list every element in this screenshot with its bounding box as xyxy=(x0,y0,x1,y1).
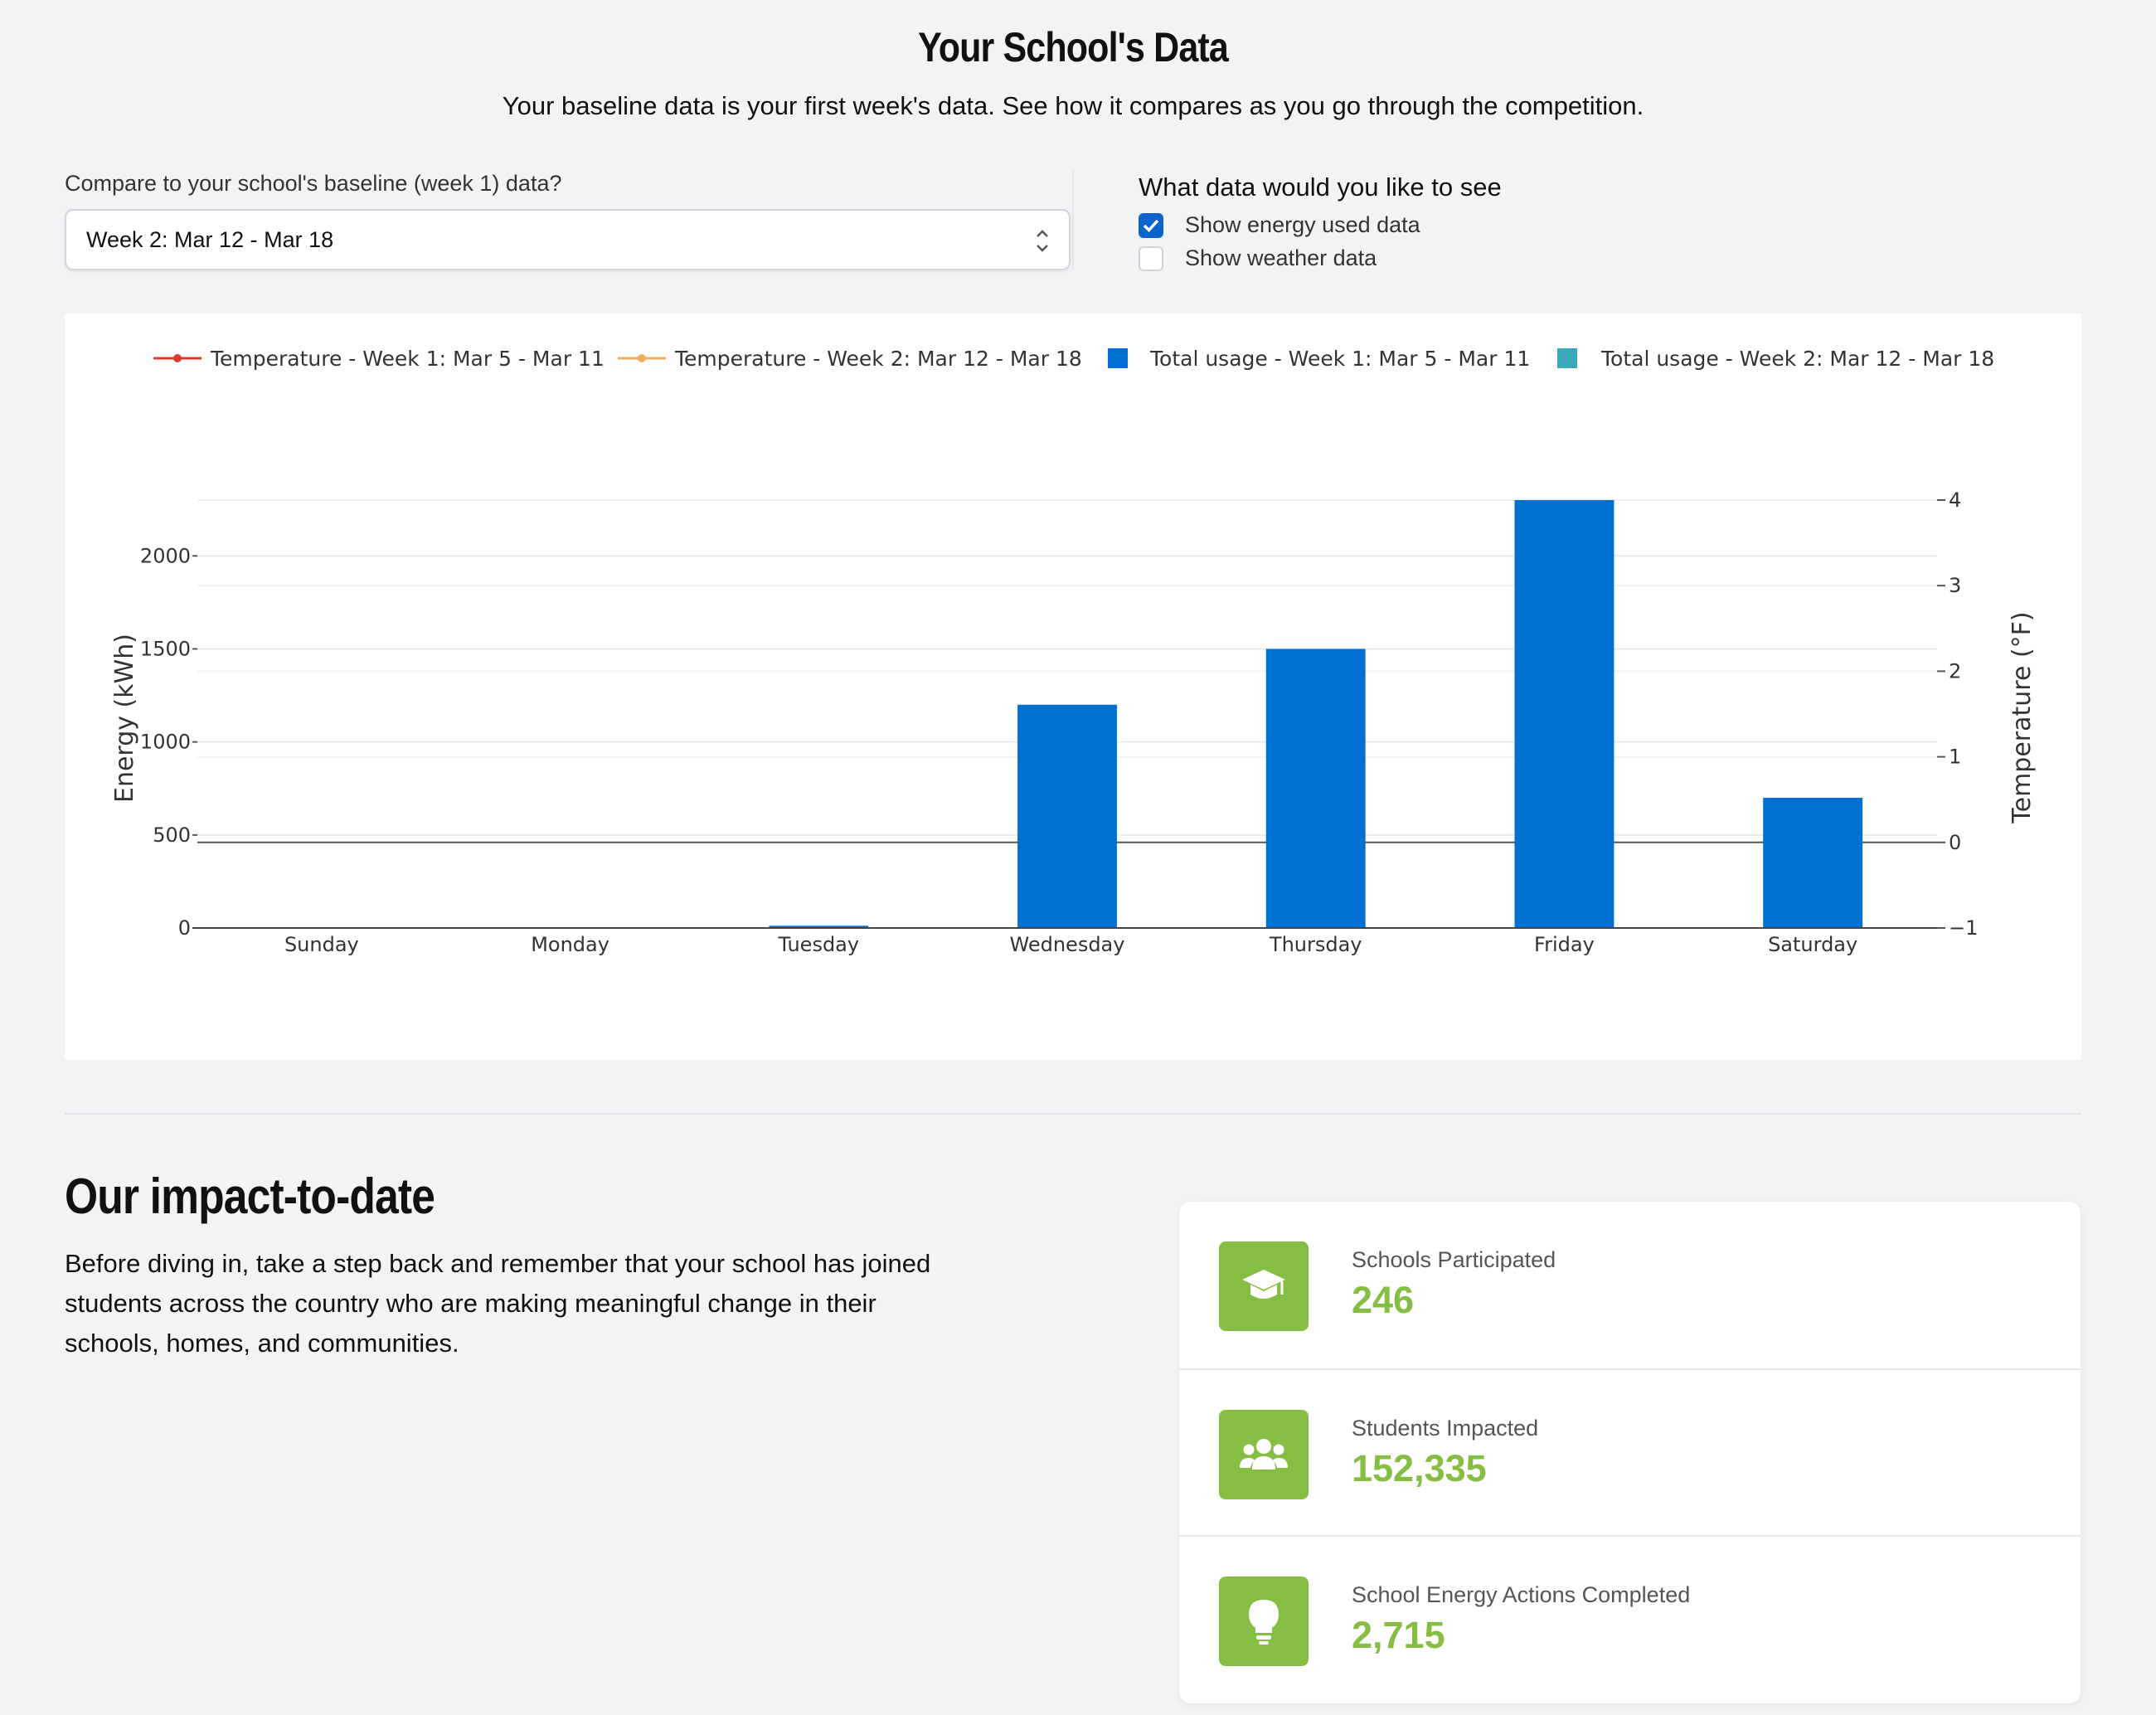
y2-tick-label: 0 xyxy=(1949,831,1961,854)
legend-label: Temperature - Week 2: Mar 12 - Mar 18 xyxy=(674,347,1082,371)
stat-actions: School Energy Actions Completed 2,715 xyxy=(1179,1535,2081,1703)
data-options-title: What data would you like to see xyxy=(1139,172,1502,202)
energy-chart[interactable]: 0 500 1000 1500 2000 −1 0 1 2 3 4 Sunday Monday Tuesd… xyxy=(65,313,2081,1060)
section-divider xyxy=(65,1113,2081,1115)
stat-label: Students Impacted xyxy=(1352,1416,1539,1441)
y-tick-label: 500 xyxy=(153,823,191,847)
chart-svg: 0 500 1000 1500 2000 −1 0 1 2 3 4 Sunday Monday Tuesd… xyxy=(110,347,2037,956)
show-energy-checkbox-row[interactable]: Show energy used data xyxy=(1139,212,1420,238)
bar xyxy=(1017,704,1117,928)
select-chevrons-icon xyxy=(1037,230,1048,252)
x-tick-label: Monday xyxy=(531,933,609,956)
lightbulb-icon xyxy=(1219,1577,1309,1666)
x-tick-label: Saturday xyxy=(1768,933,1857,956)
x-tick-label: Sunday xyxy=(284,933,359,956)
y-axis-title: Energy (kWh) xyxy=(110,634,139,803)
graduation-cap-icon xyxy=(1219,1241,1309,1331)
stat-label: School Energy Actions Completed xyxy=(1352,1582,1691,1607)
show-weather-checkbox[interactable] xyxy=(1139,245,1163,271)
stat-students: Students Impacted 152,335 xyxy=(1179,1368,2081,1537)
legend-label: Total usage - Week 2: Mar 12 - Mar 18 xyxy=(1600,347,1994,371)
stat-value: 246 xyxy=(1352,1279,1415,1321)
x-tick-label: Friday xyxy=(1534,933,1595,956)
x-tick-label: Tuesday xyxy=(777,933,859,956)
compare-label: Compare to your school's baseline (week … xyxy=(65,171,562,196)
stat-value: 2,715 xyxy=(1352,1614,1445,1656)
legend-label: Temperature - Week 1: Mar 5 - Mar 11 xyxy=(210,347,605,371)
compare-week-select[interactable]: Week 2: Mar 12 - Mar 18 xyxy=(65,209,1071,270)
show-energy-label: Show energy used data xyxy=(1185,212,1420,237)
legend-bar-swatch xyxy=(1108,348,1128,368)
bar xyxy=(1265,649,1366,928)
page-subtitle: Your baseline data is your first week's … xyxy=(502,91,1644,120)
y2-axis-title: Temperature (°F) xyxy=(2008,611,2037,823)
y2-tick-label: 2 xyxy=(1949,659,1961,683)
compare-select-value: Week 2: Mar 12 - Mar 18 xyxy=(86,227,334,252)
y-tick-label: 1000 xyxy=(140,731,191,754)
y2-tick-label: 1 xyxy=(1949,746,1961,769)
x-tick-label: Wednesday xyxy=(1010,933,1125,956)
legend-bar-swatch xyxy=(1557,348,1577,368)
y2-tick-label: −1 xyxy=(1949,916,1978,940)
impact-description: Before diving in, take a step back and r… xyxy=(65,1249,931,1358)
legend-label: Total usage - Week 1: Mar 5 - Mar 11 xyxy=(1149,347,1530,371)
show-weather-label: Show weather data xyxy=(1185,245,1377,270)
y2-tick-label: 4 xyxy=(1949,488,1961,512)
page-title: Your School's Data xyxy=(918,24,1229,70)
check-icon xyxy=(1143,219,1159,232)
show-energy-checkbox[interactable] xyxy=(1139,212,1163,238)
stat-value: 152,335 xyxy=(1352,1447,1487,1489)
y-tick-label: 1500 xyxy=(140,637,191,660)
legend-marker xyxy=(638,354,646,362)
users-icon xyxy=(1219,1410,1309,1499)
y-tick-label: 0 xyxy=(178,916,191,940)
impact-stats-card: Schools Participated 246 Students Impact… xyxy=(1179,1202,2081,1703)
stat-schools: Schools Participated 246 xyxy=(1179,1202,2081,1368)
impact-title: Our impact-to-date xyxy=(65,1168,435,1224)
divider xyxy=(1072,170,1074,270)
y-tick-label: 2000 xyxy=(140,544,191,567)
bar xyxy=(1763,797,1863,928)
x-tick-label: Thursday xyxy=(1269,933,1362,956)
stat-label: Schools Participated xyxy=(1352,1247,1556,1272)
show-weather-checkbox-row[interactable]: Show weather data xyxy=(1139,245,1377,271)
bar xyxy=(1514,500,1615,928)
legend-marker xyxy=(173,354,182,362)
y2-tick-label: 3 xyxy=(1949,574,1961,597)
